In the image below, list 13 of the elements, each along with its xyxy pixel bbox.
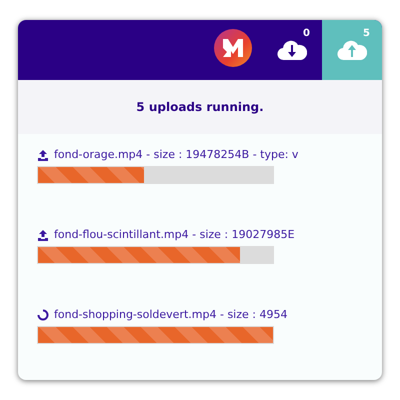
upload-icon [37, 148, 49, 160]
count-label: 5 [363, 28, 370, 39]
spinner-icon [37, 308, 49, 320]
status-message: 5 uploads running. [136, 100, 264, 114]
downloads-tab[interactable]: 0 [262, 20, 322, 80]
cloud-download-icon [277, 39, 307, 61]
file-label: fond-orage.mp4 - size : 19478254B - type: v [54, 148, 298, 161]
file-label: fond-flou-scintillant.mp4 - size : 19027985E [54, 228, 295, 241]
upload-icon [37, 228, 49, 240]
logo-icon [214, 29, 252, 67]
file-label: fond-shopping-soldevert.mp4 - size : 4954 [54, 308, 288, 321]
cloud-upload-icon [337, 39, 367, 61]
count-label: 0 [303, 28, 310, 39]
